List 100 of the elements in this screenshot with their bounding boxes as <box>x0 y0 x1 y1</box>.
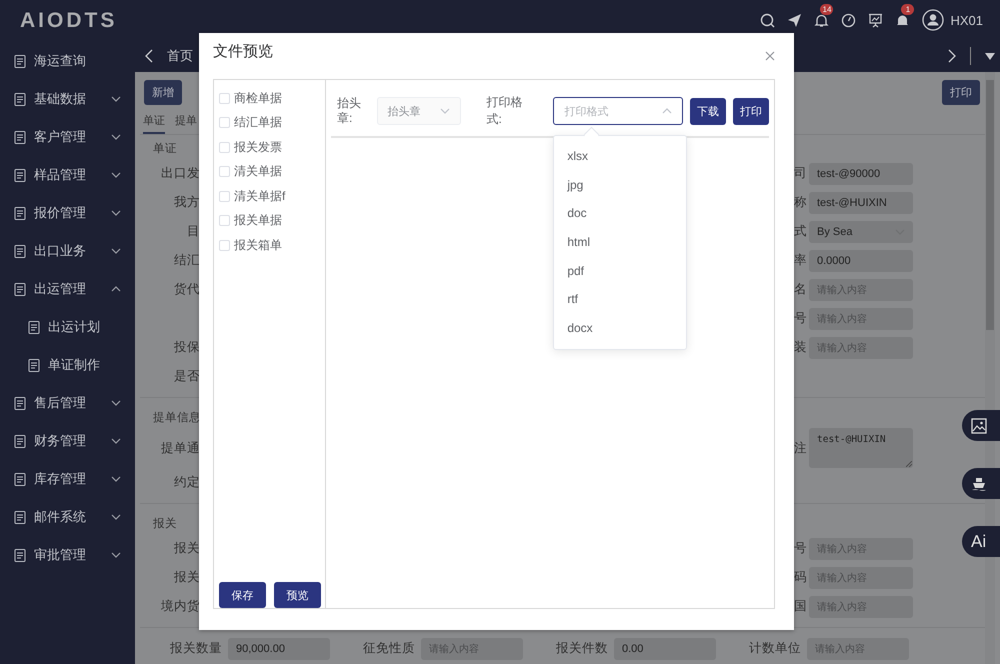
dropdown-option[interactable]: rtf <box>554 285 686 314</box>
document-icon <box>14 168 26 182</box>
document-checkbox[interactable]: 结汇单据 <box>219 110 325 135</box>
sidebar-item[interactable]: 邮件系统 <box>0 498 135 536</box>
document-icon <box>14 92 26 106</box>
presentation-board-icon[interactable] <box>868 12 884 28</box>
chevron-down-icon <box>440 108 450 114</box>
document-icon <box>14 510 26 524</box>
field-label: 报关件数 <box>555 640 608 657</box>
document-checkbox[interactable]: 报关箱单 <box>219 233 325 258</box>
sidebar-item[interactable]: 出口业务 <box>0 232 135 270</box>
image-icon <box>971 418 987 434</box>
dialog-button[interactable]: 保存 <box>219 582 266 608</box>
user-avatar-icon[interactable] <box>922 9 944 31</box>
sidebar-item[interactable]: 样品管理 <box>0 156 135 194</box>
sidebar-item[interactable]: 海运查询 <box>0 42 135 80</box>
user-name[interactable]: HX01 <box>950 12 983 28</box>
section-title: 提单信息 <box>152 410 201 426</box>
field-label: 出口发 <box>160 165 200 182</box>
form-tab[interactable]: 提单 <box>175 110 197 134</box>
sidebar-item[interactable]: 客户管理 <box>0 118 135 156</box>
field-label: 装 <box>793 339 807 356</box>
document-icon <box>28 358 40 372</box>
close-icon[interactable] <box>765 51 775 61</box>
field-label: 计数单位 <box>748 640 801 657</box>
sidebar-item[interactable]: 出运管理 <box>0 270 135 308</box>
document-icon <box>14 434 26 448</box>
dropdown-triangle-icon[interactable] <box>985 52 995 60</box>
field-label: 号 <box>793 310 807 327</box>
input-field[interactable]: test-@90000 <box>809 162 913 184</box>
field-label: 国 <box>793 598 807 615</box>
field-label: 报关 <box>173 540 200 557</box>
field-label: 结汇 <box>173 252 200 269</box>
dropdown-option[interactable]: pdf <box>554 256 686 286</box>
document-icon <box>14 548 26 562</box>
field-label: 约定 <box>173 474 200 491</box>
field-label: 我方 <box>173 194 200 211</box>
document-checkbox[interactable]: 清关单据 <box>219 160 325 184</box>
field-label: 率 <box>793 252 807 269</box>
sidebar-item[interactable]: 报价管理 <box>0 194 135 232</box>
sidebar-item[interactable]: 售后管理 <box>0 384 135 422</box>
text-area[interactable]: test-@HUIXIN <box>809 428 913 468</box>
page-tab[interactable]: 首页 <box>167 47 193 65</box>
action-button[interactable]: 下载 <box>690 98 726 124</box>
sidebar-item[interactable]: 库存管理 <box>0 460 135 498</box>
document-icon <box>14 472 26 486</box>
dropdown-option[interactable]: xlsx <box>554 142 686 171</box>
dropdown-option[interactable]: docx <box>554 314 686 343</box>
dialog-button[interactable]: 预览 <box>274 582 321 608</box>
bell-icon[interactable] <box>895 12 910 28</box>
sidebar-subitem[interactable]: 出运计划 <box>0 308 135 346</box>
sidebar-item[interactable]: 审批管理 <box>0 536 135 574</box>
field-label: 报关数量 <box>169 640 222 657</box>
document-icon <box>14 130 26 144</box>
input-field[interactable]: test-@HUIXIN <box>809 192 913 214</box>
select-field[interactable]: By Sea <box>809 220 913 242</box>
bell-icon[interactable] <box>814 12 830 28</box>
ship-tool-button[interactable] <box>962 468 1000 499</box>
document-checkbox[interactable]: 清关单据f <box>219 184 325 208</box>
letterhead-label: 抬头章: <box>337 96 362 126</box>
sidebar-item[interactable]: 基础数据 <box>0 80 135 118</box>
document-icon <box>14 396 26 410</box>
field-label: 式 <box>793 223 807 240</box>
ai-tool-button[interactable]: Ai <box>962 526 1000 557</box>
toolbar-button[interactable]: 新增 <box>144 80 182 105</box>
notification-badge: 1 <box>901 4 914 14</box>
document-icon <box>14 282 26 296</box>
dialog-title: 文件预览 <box>213 42 273 60</box>
print-button[interactable]: 打印 <box>942 80 980 105</box>
document-icon <box>14 54 26 68</box>
section-title: 单证 <box>152 142 177 157</box>
document-checkbox[interactable]: 报关发票 <box>219 135 325 160</box>
document-icon <box>14 206 26 220</box>
search-icon[interactable] <box>760 12 776 28</box>
document-checkbox[interactable]: 报关单据 <box>219 208 325 233</box>
input-field[interactable]: 0.00 <box>614 638 716 660</box>
input-field[interactable]: 90,000.00 <box>228 638 330 660</box>
form-tab[interactable]: 单证 <box>143 110 165 134</box>
document-icon <box>28 320 40 334</box>
sidebar-item[interactable]: 财务管理 <box>0 422 135 460</box>
field-label: 称 <box>793 194 807 211</box>
field-label: 名 <box>793 281 807 298</box>
image-tool-button[interactable] <box>962 410 1000 441</box>
sidebar-subitem[interactable]: 单证制作 <box>0 346 135 384</box>
field-label: 注 <box>793 440 807 456</box>
chevron-up-icon <box>662 108 672 114</box>
document-checkbox[interactable]: 商检单据 <box>219 86 325 110</box>
ship-icon <box>971 476 987 492</box>
field-label: 提单通 <box>160 440 200 456</box>
dropdown-option[interactable]: jpg <box>554 170 686 200</box>
dropdown-option[interactable]: doc <box>554 199 686 228</box>
notification-badge: 14 <box>820 4 834 14</box>
dropdown-option[interactable]: html <box>554 228 686 257</box>
field-label: 投保 <box>173 339 200 356</box>
action-button[interactable]: 打印 <box>732 98 769 124</box>
gauge-icon[interactable] <box>841 12 856 28</box>
field-label: 号 <box>793 540 807 557</box>
paper-plane-icon[interactable] <box>787 12 802 28</box>
input-field[interactable]: 0.0000 <box>809 250 913 272</box>
field-label: 是否 <box>173 368 200 385</box>
